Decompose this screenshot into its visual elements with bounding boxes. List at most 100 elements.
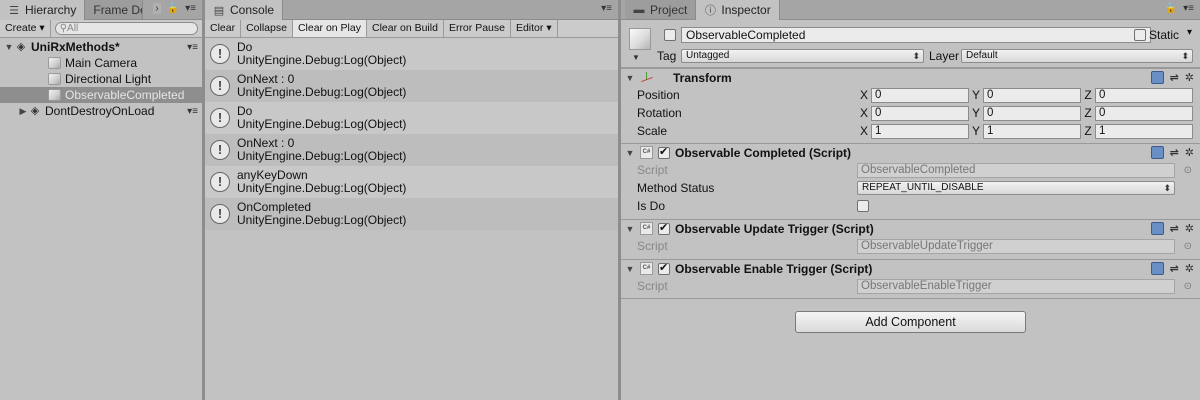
tab-hierarchy[interactable]: ☰ Hierarchy xyxy=(0,0,86,20)
component-enabled-checkbox[interactable] xyxy=(658,221,670,235)
gameobject-name-input[interactable]: ObservableCompleted xyxy=(681,27,1151,43)
expand-arrow-icon[interactable]: ▼ xyxy=(625,224,635,234)
editor-dropdown[interactable]: Editor ▾ xyxy=(511,20,558,37)
scale-x-field[interactable]: 1 xyxy=(871,123,969,139)
create-dropdown[interactable]: Create ▾ xyxy=(0,20,51,37)
object-picker-icon[interactable]: ⊙ xyxy=(1184,165,1192,176)
rotation-x-field[interactable]: 0 xyxy=(871,105,969,121)
preset-sliders-icon[interactable]: ⇌ xyxy=(1170,262,1179,275)
hierarchy-tree: ▼ ◈ UniRxMethods* ▾≡ Main Camera Directi… xyxy=(0,38,202,119)
panel-menu-icon[interactable]: ▾≡ xyxy=(601,3,612,14)
rotation-row: Rotation X 0 Y 0 Z 0 xyxy=(621,104,1200,122)
static-dropdown-icon[interactable]: ▾ xyxy=(1187,27,1192,38)
transform-header[interactable]: ▼ Transform ⇌ ✲ xyxy=(621,68,1200,86)
dont-destroy-row[interactable]: ▶ ◈ DontDestroyOnLoad ▾≡ xyxy=(0,103,202,119)
tab-console[interactable]: ▤ Console xyxy=(205,0,284,20)
lock-icon[interactable]: 🔒 xyxy=(167,3,179,14)
preset-sliders-icon[interactable]: ⇌ xyxy=(1170,222,1179,235)
log-entry[interactable]: ! Do UnityEngine.Debug:Log(Object) xyxy=(205,102,618,134)
axis-y-label: Y xyxy=(971,124,980,138)
tab-inspector[interactable]: ⓘ Inspector xyxy=(696,0,780,20)
scene-menu-icon[interactable]: ▾≡ xyxy=(187,42,198,53)
method-status-dropdown[interactable]: REPEAT_UNTIL_DISABLE xyxy=(857,181,1175,195)
info-icon: ! xyxy=(210,204,230,224)
expand-arrow-icon[interactable]: ▼ xyxy=(625,264,635,274)
tag-label: Tag xyxy=(657,49,677,63)
axis-y-label: Y xyxy=(971,88,980,102)
log-entry[interactable]: ! Do UnityEngine.Debug:Log(Object) xyxy=(205,38,618,70)
gear-icon[interactable]: ✲ xyxy=(1185,146,1194,159)
folder-icon: ▬ xyxy=(633,3,645,16)
expand-arrow-icon[interactable]: ▼ xyxy=(625,148,635,158)
tab-inspector-label: Inspector xyxy=(721,3,771,17)
preset-sliders-icon[interactable]: ⇌ xyxy=(1170,71,1179,84)
error-pause-toggle[interactable]: Error Pause xyxy=(444,20,511,37)
observable-update-trigger-header[interactable]: ▼ C# Observable Update Trigger (Script) … xyxy=(621,219,1200,237)
static-checkbox[interactable] xyxy=(1134,29,1146,41)
gameobject-cube-icon[interactable] xyxy=(629,28,651,50)
log-entry[interactable]: ! OnCompleted UnityEngine.Debug:Log(Obje… xyxy=(205,198,618,230)
observable-enable-trigger-header[interactable]: ▼ C# Observable Enable Trigger (Script) … xyxy=(621,259,1200,277)
script-field[interactable]: ObservableUpdateTrigger xyxy=(857,238,1175,254)
hierarchy-item-observable-completed[interactable]: ObservableCompleted xyxy=(0,87,202,103)
help-book-icon[interactable] xyxy=(1150,262,1164,275)
list-icon: ☰ xyxy=(9,4,19,17)
help-book-icon[interactable] xyxy=(1150,71,1164,84)
gear-icon[interactable]: ✲ xyxy=(1185,262,1194,275)
rotation-y-field[interactable]: 0 xyxy=(983,105,1081,121)
preset-sliders-icon[interactable]: ⇌ xyxy=(1170,146,1179,159)
script-field[interactable]: ObservableCompleted xyxy=(857,162,1175,178)
clear-on-play-toggle[interactable]: Clear on Play xyxy=(292,20,367,37)
position-y-field[interactable]: 0 xyxy=(983,87,1081,103)
position-z-field[interactable]: 0 xyxy=(1095,87,1193,103)
hierarchy-search-input[interactable]: ⚲All xyxy=(54,22,198,35)
rotation-z-field[interactable]: 0 xyxy=(1095,105,1193,121)
expand-arrow-icon[interactable]: ▼ xyxy=(625,73,635,83)
object-picker-icon[interactable]: ⊙ xyxy=(1184,241,1192,252)
lock-icon[interactable]: 🔒 xyxy=(1165,3,1177,14)
tab-frame-debugger[interactable]: Frame De xyxy=(85,0,144,19)
component-title: Observable Completed (Script) xyxy=(675,145,852,160)
is-do-checkbox[interactable] xyxy=(857,200,869,212)
log-entry[interactable]: ! OnNext : 0 UnityEngine.Debug:Log(Objec… xyxy=(205,134,618,166)
collapse-arrow-icon[interactable]: ▶ xyxy=(18,106,28,117)
dont-destroy-menu-icon[interactable]: ▾≡ xyxy=(187,106,198,117)
scale-y-field[interactable]: 1 xyxy=(983,123,1081,139)
component-enabled-checkbox[interactable] xyxy=(658,145,670,159)
panel-menu-icon[interactable]: ▾≡ xyxy=(1183,3,1194,14)
tab-project[interactable]: ▬ Project xyxy=(625,0,697,19)
clear-button[interactable]: Clear xyxy=(205,20,242,37)
gear-icon[interactable]: ✲ xyxy=(1185,222,1194,235)
gear-icon[interactable]: ✲ xyxy=(1185,71,1194,84)
script-field[interactable]: ObservableEnableTrigger xyxy=(857,278,1175,294)
object-picker-icon[interactable]: ⊙ xyxy=(1184,281,1192,292)
layer-dropdown[interactable]: Default xyxy=(961,49,1193,63)
help-book-icon[interactable] xyxy=(1150,222,1164,235)
observable-completed-header[interactable]: ▼ C# Observable Completed (Script) ⇌ ✲ xyxy=(621,143,1200,161)
scale-z-field[interactable]: 1 xyxy=(1095,123,1193,139)
log-entry[interactable]: ! anyKeyDown UnityEngine.Debug:Log(Objec… xyxy=(205,166,618,198)
console-tab-controls: ▾≡ xyxy=(601,3,612,14)
script-row: Script ObservableEnableTrigger ⊙ xyxy=(621,277,1200,295)
collapse-toggle[interactable]: Collapse xyxy=(241,20,293,37)
position-x-field[interactable]: 0 xyxy=(871,87,969,103)
console-log-list: ! Do UnityEngine.Debug:Log(Object) ! OnN… xyxy=(205,38,618,230)
active-checkbox[interactable] xyxy=(664,29,676,41)
axis-z-label: Z xyxy=(1084,106,1092,120)
tag-dropdown[interactable]: Untagged xyxy=(681,49,924,63)
component-title: Observable Update Trigger (Script) xyxy=(675,221,874,236)
hierarchy-item-directional-light[interactable]: Directional Light xyxy=(0,71,202,87)
help-book-icon[interactable] xyxy=(1150,146,1164,159)
log-entry[interactable]: ! OnNext : 0 UnityEngine.Debug:Log(Objec… xyxy=(205,70,618,102)
chevron-right-icon[interactable]: › xyxy=(153,3,161,14)
add-component-button[interactable]: Add Component xyxy=(795,311,1026,333)
hierarchy-item-main-camera[interactable]: Main Camera xyxy=(0,55,202,71)
expand-arrow-icon[interactable]: ▼ xyxy=(4,42,14,52)
clear-on-build-toggle[interactable]: Clear on Build xyxy=(367,20,444,37)
panel-menu-icon[interactable]: ▾≡ xyxy=(185,3,196,14)
unity-scene-icon: ◈ xyxy=(30,105,40,117)
scene-row[interactable]: ▼ ◈ UniRxMethods* ▾≡ xyxy=(0,39,202,55)
log-stacktrace: UnityEngine.Debug:Log(Object) xyxy=(237,85,407,99)
icon-dropdown-arrow-icon[interactable]: ▼ xyxy=(632,53,640,62)
component-enabled-checkbox[interactable] xyxy=(658,261,670,275)
